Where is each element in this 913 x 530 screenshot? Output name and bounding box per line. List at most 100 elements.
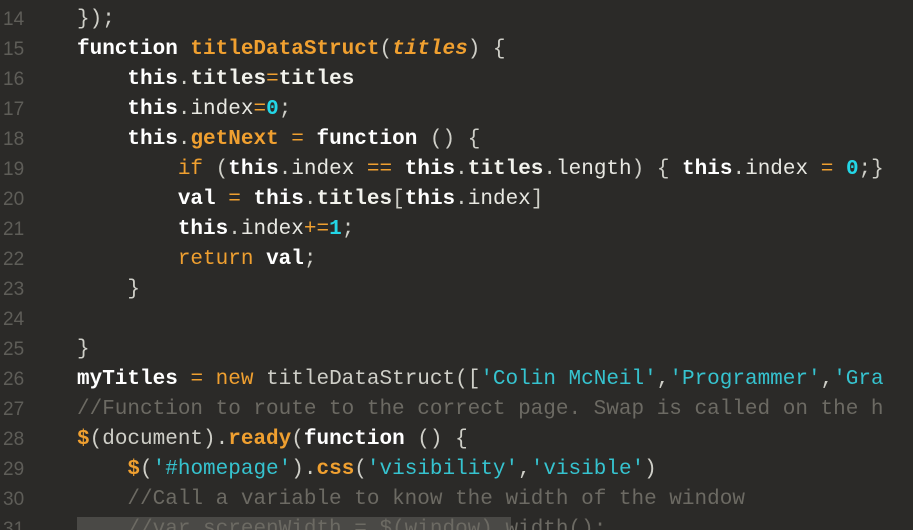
code-token: titles bbox=[278, 68, 355, 91]
code-token: return bbox=[177, 248, 254, 271]
code-line[interactable]: 22 return val; bbox=[0, 245, 913, 275]
code-token: == bbox=[366, 158, 393, 181]
code-text: this.index+=1; bbox=[77, 215, 354, 245]
code-text: }); bbox=[77, 5, 115, 35]
code-text: myTitles = new titleDataStruct(['Colin M… bbox=[77, 365, 884, 395]
code-token: () { bbox=[404, 428, 468, 451]
line-number: 21 bbox=[3, 219, 25, 240]
code-token: . bbox=[228, 218, 241, 241]
code-token: , bbox=[518, 458, 531, 481]
code-token: this bbox=[127, 128, 178, 151]
code-token: ( bbox=[291, 428, 304, 451]
code-token: 0 bbox=[266, 98, 279, 121]
code-token: this bbox=[177, 218, 229, 241]
code-line[interactable]: 16 this.titles=titles bbox=[0, 65, 913, 95]
code-line[interactable]: 28 $(document).ready(function () { bbox=[0, 425, 913, 455]
code-token: = bbox=[291, 128, 304, 151]
code-text: //Function to route to the correct page.… bbox=[77, 395, 884, 425]
code-token: ; bbox=[303, 248, 317, 271]
code-token: getNext bbox=[190, 128, 279, 151]
code-line[interactable]: 30 //Call a variable to know the width o… bbox=[0, 485, 913, 515]
code-line[interactable]: 18 this.getNext = function () { bbox=[0, 125, 913, 155]
code-token: ; bbox=[278, 98, 292, 121]
code-line[interactable]: 26 myTitles = new titleDataStruct(['Colin… bbox=[0, 365, 913, 395]
code-token: = bbox=[266, 68, 279, 91]
code-token: titles bbox=[190, 68, 267, 91]
line-number: 29 bbox=[3, 459, 25, 480]
code-token: val bbox=[177, 188, 216, 211]
code-token: . bbox=[177, 68, 191, 91]
code-text: this.index=0; bbox=[77, 95, 291, 125]
line-number: 30 bbox=[3, 489, 25, 510]
code-token: ). bbox=[291, 458, 317, 481]
line-number: 16 bbox=[3, 69, 25, 90]
code-token: 'Gra bbox=[833, 368, 884, 391]
code-text: $(document).ready(function () { bbox=[77, 425, 468, 455]
code-token: this bbox=[404, 188, 456, 211]
code-token: . bbox=[278, 158, 292, 181]
code-token: 1 bbox=[329, 218, 342, 241]
code-token: ) bbox=[644, 458, 657, 481]
code-token: function bbox=[303, 428, 405, 451]
code-line[interactable]: 14}); bbox=[0, 5, 913, 35]
code-line[interactable]: 29 $('#homepage').css('visibility','visi… bbox=[0, 455, 913, 485]
code-line[interactable]: 15 function titleDataStruct(titles) { bbox=[0, 35, 913, 65]
code-token: . bbox=[303, 188, 317, 211]
code-line[interactable]: 27 //Function to route to the correct pag… bbox=[0, 395, 913, 425]
code-editor[interactable]: 14}); 15 function titleDataStruct(titles) … bbox=[0, 0, 913, 530]
code-token: index bbox=[190, 98, 254, 121]
code-token: this bbox=[682, 158, 733, 181]
code-token: index bbox=[240, 218, 304, 241]
code-line[interactable]: 20 val = this.titles[this.index] bbox=[0, 185, 913, 215]
code-token: ) { bbox=[631, 158, 683, 181]
code-line[interactable]: 23 } bbox=[0, 275, 913, 305]
code-token: ( bbox=[354, 458, 367, 481]
code-line[interactable]: 25} bbox=[0, 335, 913, 365]
line-number: 28 bbox=[3, 429, 25, 450]
code-line[interactable]: 17 this.index=0; bbox=[0, 95, 913, 125]
code-text: val = this.titles[this.index] bbox=[77, 185, 544, 215]
code-token: . bbox=[455, 188, 468, 211]
line-number: 17 bbox=[3, 99, 25, 120]
code-token: () { bbox=[417, 128, 481, 151]
code-token: = bbox=[820, 158, 834, 181]
code-line[interactable]: 31 //var screenWidth = $(window).width()… bbox=[0, 515, 913, 530]
code-line[interactable]: 21 this.index+=1; bbox=[0, 215, 913, 245]
line-number: 27 bbox=[3, 399, 25, 420]
code-token: } bbox=[77, 278, 141, 301]
code-text: } bbox=[77, 335, 90, 365]
code-token: 'visible' bbox=[530, 458, 645, 481]
code-token: function bbox=[316, 128, 418, 151]
code-token: ] bbox=[530, 188, 544, 211]
code-token: titleDataStruct bbox=[190, 38, 380, 61]
code-token: titles bbox=[316, 188, 393, 211]
code-text: this.getNext = function () { bbox=[77, 125, 480, 155]
line-number: 20 bbox=[3, 189, 25, 210]
code-token: , bbox=[656, 368, 670, 391]
code-token: (document). bbox=[89, 428, 229, 451]
code-token: 'Programmer' bbox=[669, 368, 821, 391]
code-token: . bbox=[177, 98, 191, 121]
code-line[interactable]: 24 bbox=[0, 305, 913, 335]
code-text: //Call a variable to know the width of t… bbox=[77, 485, 745, 515]
code-token: titles bbox=[467, 158, 544, 181]
code-token: //Call a variable to know the width of t… bbox=[127, 488, 745, 511]
code-token: [ bbox=[392, 188, 405, 211]
code-token: 0 bbox=[845, 158, 859, 181]
line-number: 26 bbox=[3, 369, 25, 390]
code-text: //var screenWidth = $(window).width(); bbox=[77, 515, 606, 530]
code-token: val bbox=[266, 248, 304, 271]
code-line[interactable]: 19 if (this.index == this.titles.length)… bbox=[0, 155, 913, 185]
code-token: += bbox=[303, 218, 330, 241]
code-text: $('#homepage').css('visibility','visible… bbox=[77, 455, 657, 485]
code-token: 'visibility' bbox=[366, 458, 519, 481]
